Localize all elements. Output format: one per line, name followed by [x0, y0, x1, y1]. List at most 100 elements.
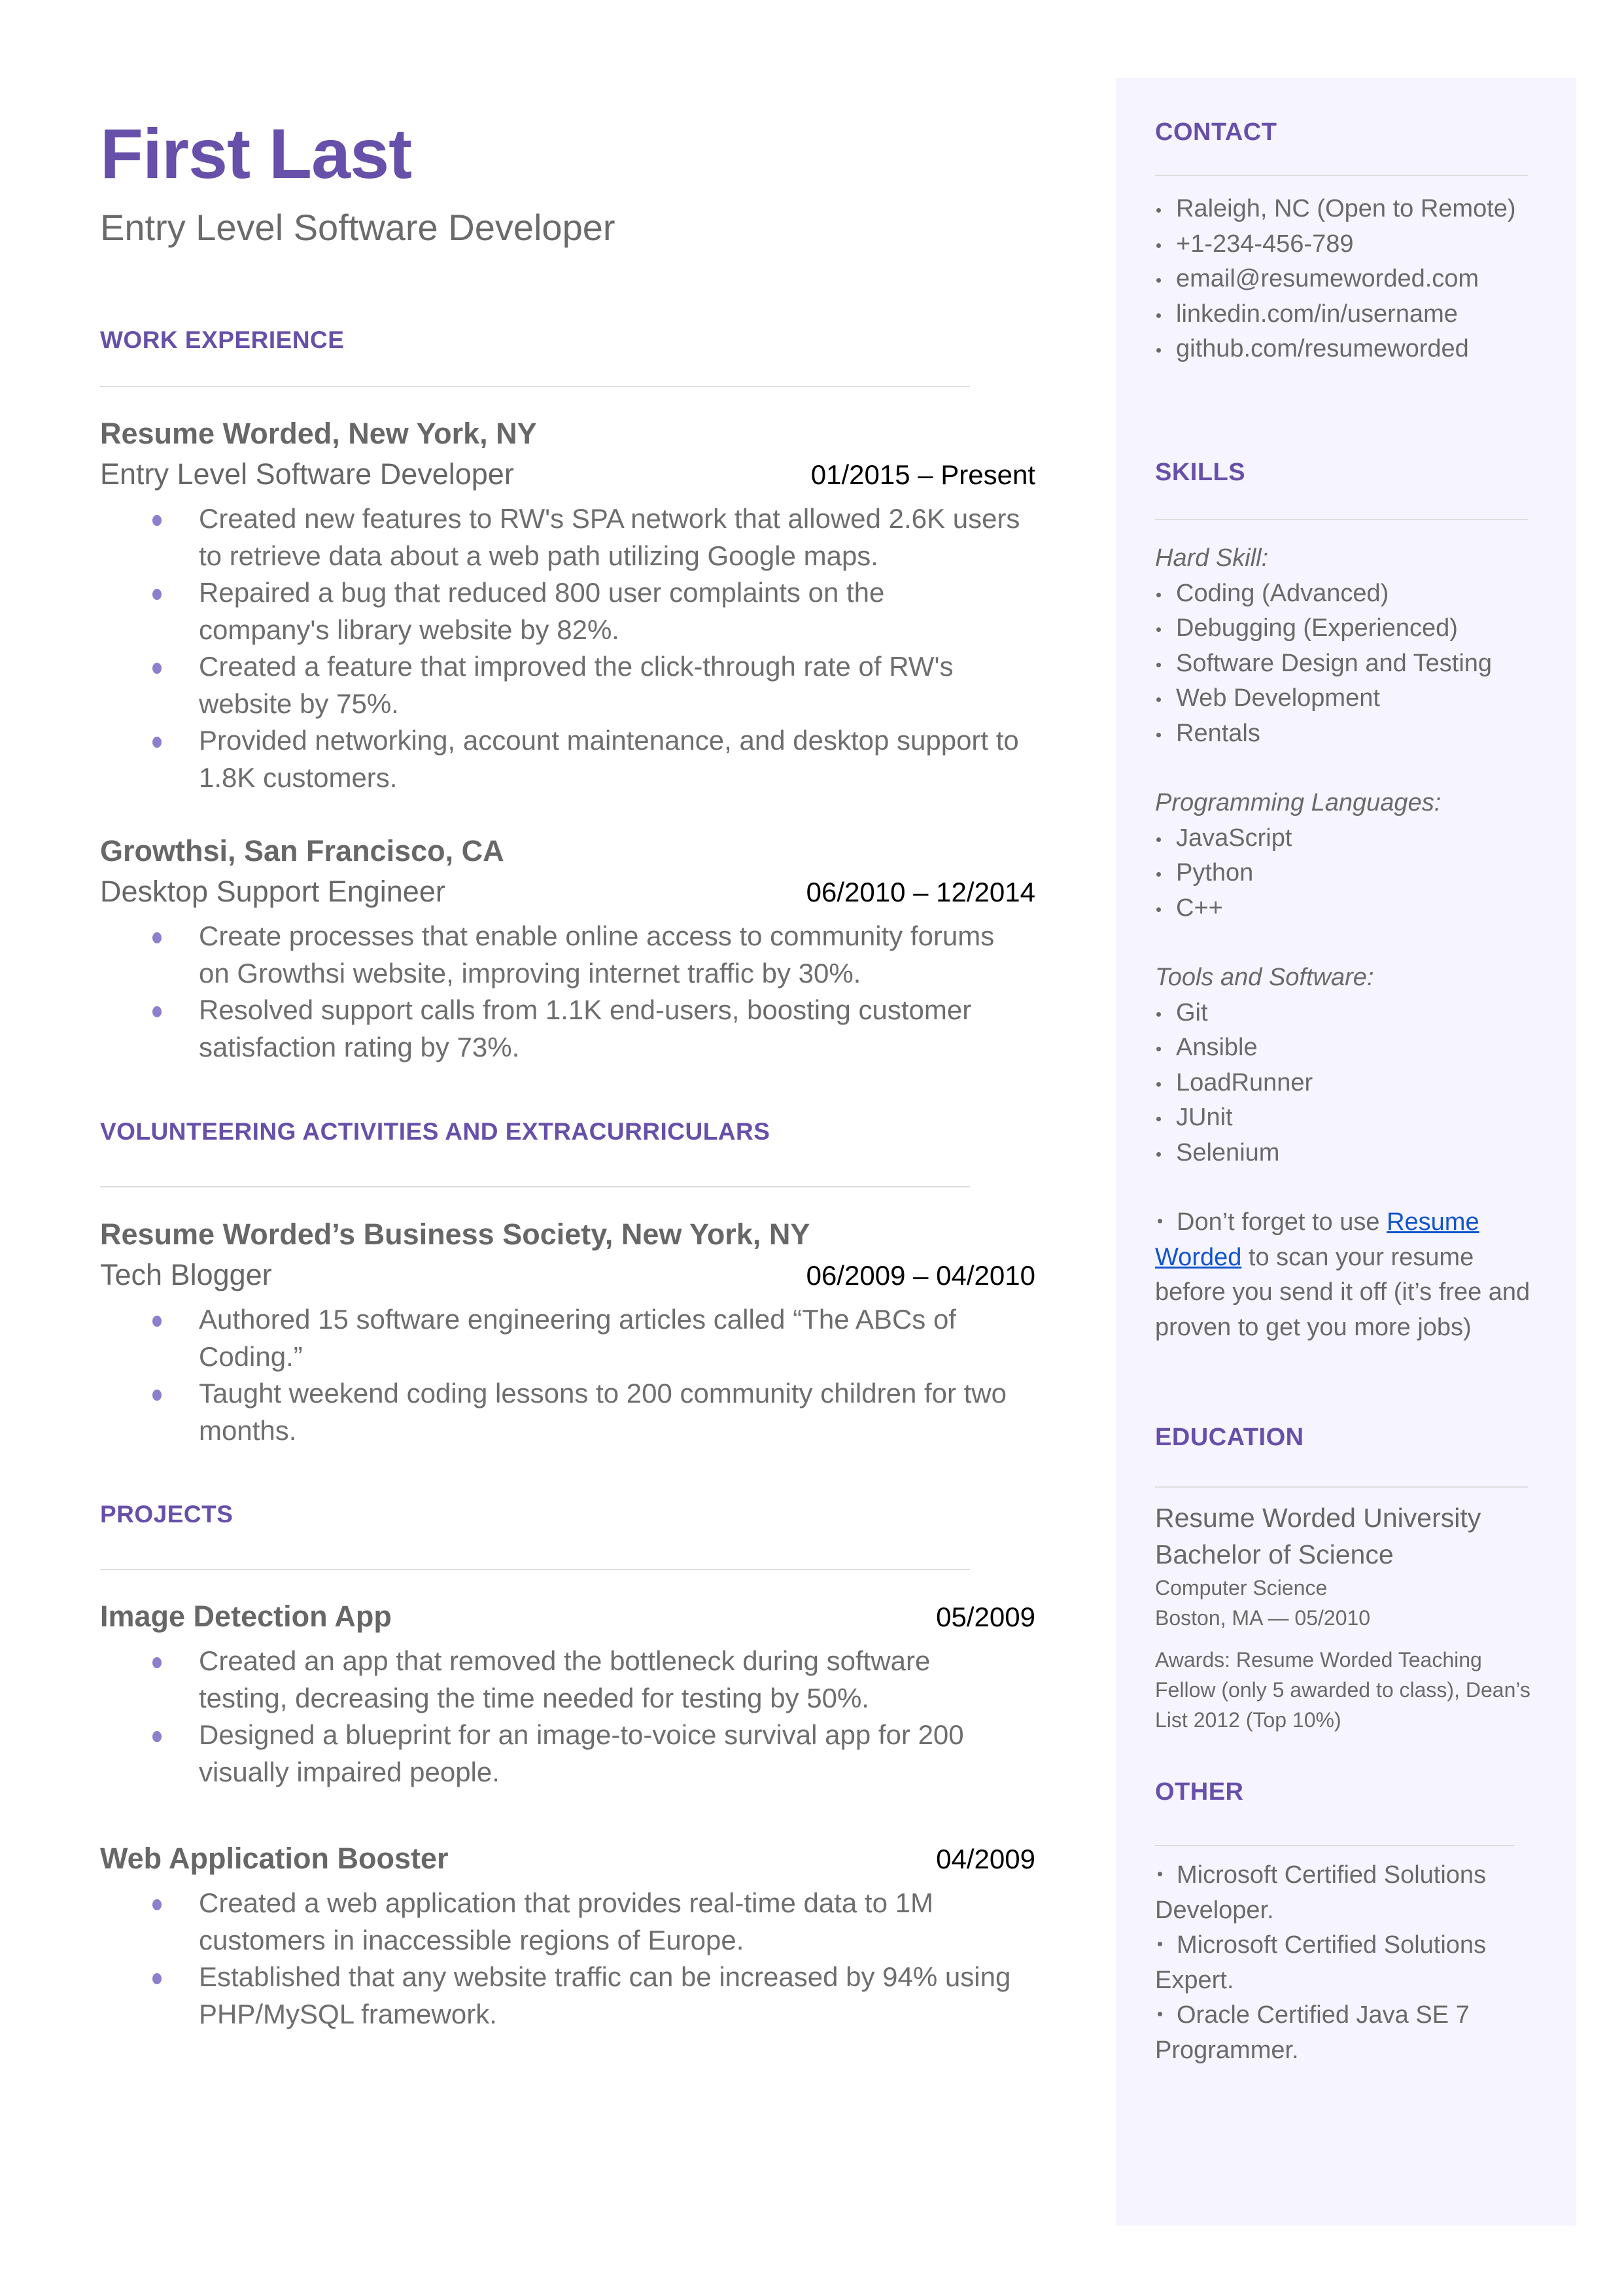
section-divider	[1155, 519, 1528, 520]
entry-role-row: Tech Blogger 06/2009 – 04/2010	[100, 1255, 1035, 1296]
other-section: OTHER Microsoft Certified Solutions Deve…	[1155, 1776, 1547, 2068]
project-bullets: Created a web application that provides …	[100, 1885, 1035, 2033]
education-degree: Bachelor of Science	[1155, 1539, 1394, 1569]
skills-section: SKILLS Hard Skill: Coding (Advanced) Deb…	[1155, 456, 1547, 1345]
volunteering-section: VOLUNTEERING ACTIVITIES AND EXTRACURRICU…	[100, 1115, 970, 1187]
skill-item: JUnit	[1155, 1100, 1547, 1136]
contact-github[interactable]: github.com/resumeworded	[1155, 332, 1528, 367]
bullet-dot-icon	[1156, 837, 1161, 842]
bullet-dot-icon	[152, 515, 162, 526]
skill-item: LoadRunner	[1155, 1066, 1547, 1101]
bullet-dot-icon	[1156, 627, 1161, 632]
skill-item: JavaScript	[1155, 821, 1547, 856]
skill-item: Debugging (Experienced)	[1155, 611, 1547, 646]
entry-dates: 06/2010 – 12/2014	[806, 877, 1035, 907]
bullet-dot-icon	[1156, 278, 1161, 283]
bullet-dot-icon	[1158, 1219, 1162, 1224]
entry-dates: 01/2015 – Present	[810, 459, 1035, 490]
skill-item: Web Development	[1155, 681, 1547, 716]
sidebar: CONTACT Raleigh, NC (Open to Remote) +1-…	[1116, 78, 1576, 2226]
certification-item: Oracle Certified Java SE 7 Programmer.	[1155, 2001, 1470, 2064]
bullet-item: Provided networking, account maintenance…	[100, 722, 1035, 796]
project-date: 05/2009	[936, 1602, 1035, 1632]
bullet-dot-icon	[1156, 243, 1161, 248]
bullet-dot-icon	[152, 737, 162, 748]
entry-organization: Growthsi, San Francisco, CA	[100, 834, 504, 867]
bullet-dot-icon	[152, 1899, 162, 1910]
bullet-dot-icon	[1156, 592, 1161, 597]
bullet-dot-icon	[1156, 1047, 1161, 1051]
bullet-item: Resolved support calls from 1.1K end-use…	[100, 992, 1035, 1066]
bullet-dot-icon	[1158, 1872, 1162, 1877]
contact-linkedin[interactable]: linkedin.com/in/username	[1155, 297, 1528, 332]
project-entry: Image Detection App 05/2009 Created an a…	[100, 1596, 1035, 1791]
education-field: Computer Science	[1155, 1576, 1328, 1600]
skill-group-hard: Hard Skill: Coding (Advanced) Debugging …	[1155, 541, 1547, 751]
bullet-item: Designed a blueprint for an image-to-voi…	[100, 1717, 1035, 1791]
education-location-date: Boston, MA — 05/2010	[1155, 1606, 1371, 1630]
work-entry: Growthsi, San Francisco, CA Desktop Supp…	[100, 831, 1035, 1066]
bullet-item: Created an app that removed the bottlene…	[100, 1643, 1035, 1717]
skill-group-label: Hard Skill:	[1155, 544, 1269, 572]
entry-role: Entry Level Software Developer	[100, 457, 514, 491]
bullet-item: Taught weekend coding lessons to 200 com…	[100, 1375, 1035, 1449]
bullet-dot-icon	[1156, 872, 1161, 877]
bullet-dot-icon	[1156, 907, 1161, 912]
section-divider	[100, 1569, 970, 1570]
entry-organization: Resume Worded’s Business Society, New Yo…	[100, 1218, 810, 1251]
bullet-item: Established that any website traffic can…	[100, 1959, 1035, 2033]
entry-bullets: Create processes that enable online acce…	[100, 918, 1035, 1066]
education-section: EDUCATION Resume Worded University Bache…	[1155, 1421, 1547, 1735]
skill-item: Coding (Advanced)	[1155, 576, 1547, 612]
bullet-dot-icon	[152, 1973, 162, 1984]
project-name: Web Application Booster	[100, 1842, 449, 1875]
bullet-dot-icon	[152, 1316, 162, 1327]
skill-group-tools: Tools and Software: Git Ansible LoadRunn…	[1155, 960, 1547, 1170]
candidate-name: First Last	[100, 114, 412, 193]
bullet-dot-icon	[152, 1731, 162, 1742]
contact-list: Raleigh, NC (Open to Remote) +1-234-456-…	[1155, 192, 1528, 367]
section-divider	[1155, 175, 1528, 176]
projects-heading: PROJECTS	[100, 1501, 233, 1528]
certification-item: Microsoft Certified Solutions Developer.	[1155, 1861, 1487, 1924]
main-column: First Last Entry Level Software Develope…	[100, 111, 1035, 2029]
bullet-item: Created a feature that improved the clic…	[100, 648, 1035, 722]
skill-item: Python	[1155, 856, 1547, 891]
skill-list: Git Ansible LoadRunner JUnit Selenium	[1155, 996, 1547, 1171]
entry-bullets: Authored 15 software engineering article…	[100, 1301, 1035, 1449]
project-entry: Web Application Booster 04/2009 Created …	[100, 1838, 1035, 2033]
section-divider	[1155, 1486, 1528, 1488]
project-date: 04/2009	[936, 1844, 1035, 1874]
bullet-dot-icon	[152, 1390, 162, 1401]
project-name: Image Detection App	[100, 1600, 392, 1633]
bullet-dot-icon	[1156, 697, 1161, 702]
entry-organization: Resume Worded, New York, NY	[100, 417, 537, 450]
bullet-dot-icon	[1156, 1117, 1161, 1121]
skill-item: Git	[1155, 996, 1547, 1031]
section-divider	[100, 1186, 970, 1187]
section-divider	[1155, 1845, 1515, 1846]
bullet-dot-icon	[1156, 1151, 1161, 1157]
contact-location: Raleigh, NC (Open to Remote)	[1155, 192, 1528, 227]
work-experience-heading: WORK EXPERIENCE	[100, 326, 345, 353]
skill-item: Ansible	[1155, 1030, 1547, 1066]
other-list: Microsoft Certified Solutions Developer.…	[1155, 1858, 1521, 2068]
project-title-row: Web Application Booster 04/2009	[100, 1838, 1035, 1880]
project-title-row: Image Detection App 05/2009	[100, 1596, 1035, 1638]
other-heading: OTHER	[1155, 1778, 1244, 1806]
bullet-item: Create processes that enable online acce…	[100, 918, 1035, 992]
work-entry: Resume Worded, New York, NY Entry Level …	[100, 413, 1035, 796]
candidate-title: Entry Level Software Developer	[100, 207, 615, 248]
entry-bullets: Created new features to RW's SPA network…	[100, 500, 1035, 796]
contact-email[interactable]: email@resumeworded.com	[1155, 262, 1528, 297]
skill-item: Selenium	[1155, 1136, 1547, 1171]
section-divider	[100, 386, 970, 387]
bullet-dot-icon	[1156, 662, 1161, 667]
bullet-item: Repaired a bug that reduced 800 user com…	[100, 574, 1035, 648]
resume-worded-tip: Don’t forget to use Resume Worded to sca…	[1155, 1208, 1530, 1341]
skill-list: JavaScript Python C++	[1155, 821, 1547, 926]
certification-item: Microsoft Certified Solutions Expert.	[1155, 1931, 1487, 1994]
bullet-dot-icon	[1158, 1942, 1162, 1947]
contact-heading: CONTACT	[1155, 118, 1277, 146]
bullet-dot-icon	[1156, 1081, 1161, 1087]
